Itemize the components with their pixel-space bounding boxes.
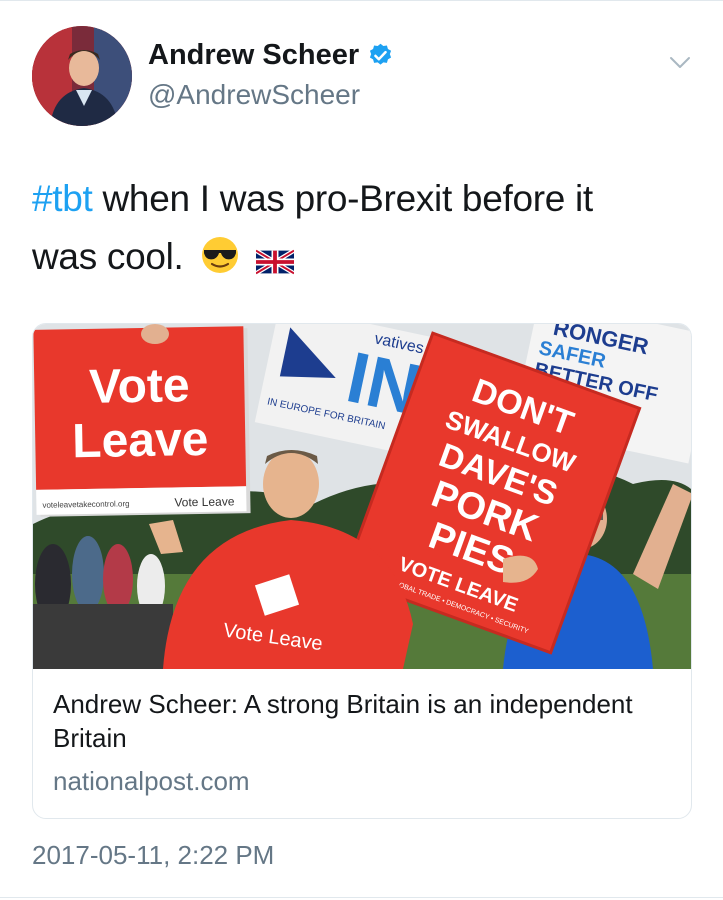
avatar[interactable] <box>32 26 132 126</box>
user-handle[interactable]: @AndrewScheer <box>148 76 394 114</box>
bottom-divider <box>0 897 723 898</box>
sunglasses-emoji-icon <box>201 237 238 273</box>
chevron-down-icon[interactable] <box>668 52 692 72</box>
user-names: Andrew Scheer @AndrewScheer <box>148 38 394 114</box>
card-domain[interactable]: nationalpost.com <box>53 764 250 798</box>
hashtag-link[interactable]: #tbt <box>32 178 93 219</box>
sign-left-line2: Leave <box>72 413 209 468</box>
sign-left-url: voteleavetakecontrol.org <box>42 499 129 510</box>
top-divider <box>0 0 723 1</box>
card-title[interactable]: Andrew Scheer: A strong Britain is an in… <box>53 687 663 755</box>
tweet-header: Andrew Scheer @AndrewScheer <box>32 24 692 126</box>
sign-left-line1: Vote <box>89 359 190 414</box>
card-image[interactable]: Vote Leave voteleavetakecontrol.org Vote… <box>33 324 691 669</box>
sign-left-footer: Vote Leave <box>174 494 235 509</box>
link-card[interactable]: Vote Leave voteleavetakecontrol.org Vote… <box>32 323 692 819</box>
tweet-text-line1: when I was pro-Brexit before it <box>92 178 593 219</box>
tweet-text: #tbt when I was pro-Brexit before it was… <box>32 170 692 286</box>
display-name-row[interactable]: Andrew Scheer <box>148 38 394 72</box>
display-name[interactable]: Andrew Scheer <box>148 38 359 72</box>
verified-badge-icon <box>370 43 392 65</box>
tweet-timestamp[interactable]: 2017-05-11, 2:22 PM <box>32 840 274 871</box>
tweet-text-line2: was cool. <box>32 236 184 277</box>
uk-flag-emoji-icon <box>255 249 294 275</box>
